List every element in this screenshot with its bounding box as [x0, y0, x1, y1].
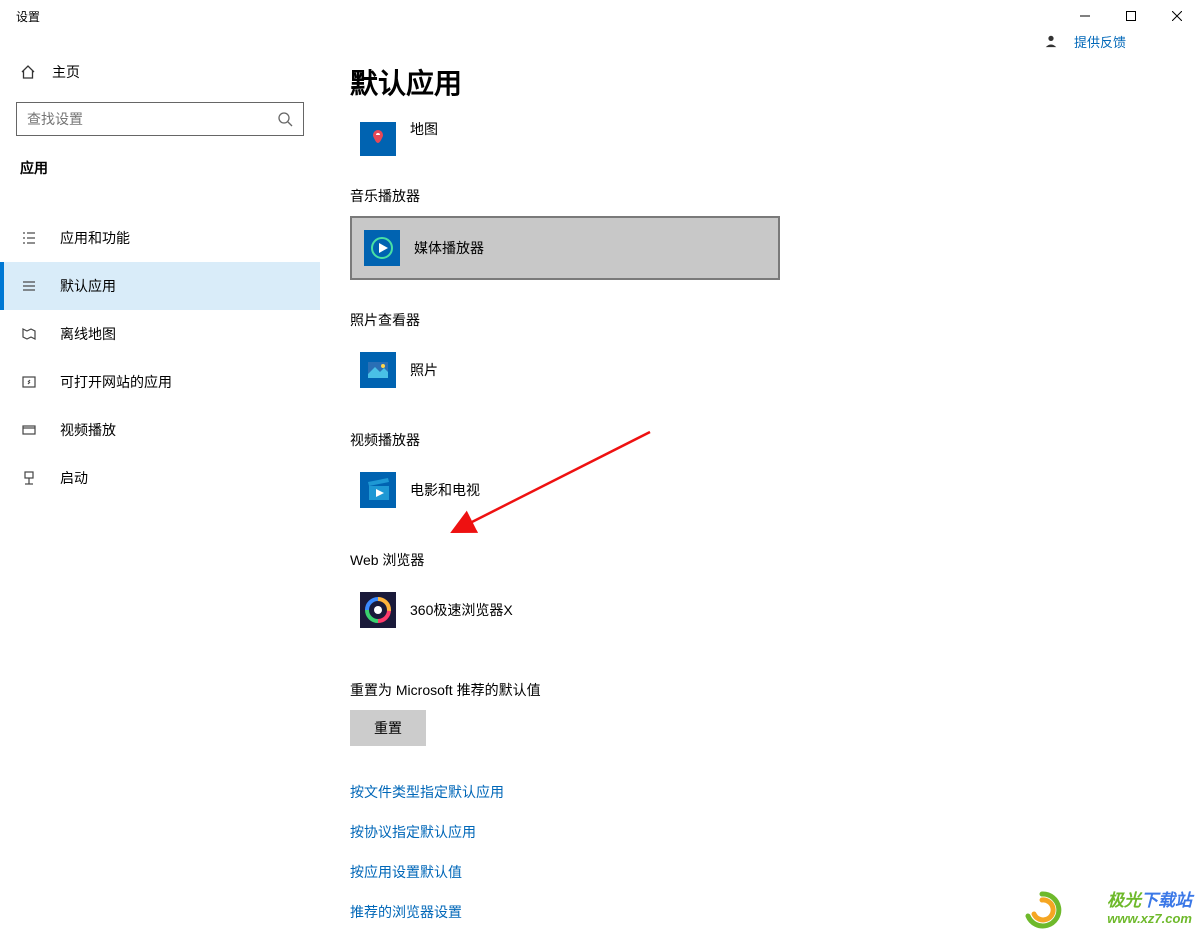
titlebar: 设置 [0, 0, 1200, 32]
main-layout: 主页 应用 应用和功能 默认应用 离线地图 [0, 32, 1200, 932]
category-label-music: 音乐播放器 [350, 186, 1160, 206]
maps-app-icon [360, 122, 396, 156]
photos-app-icon [360, 352, 396, 388]
link-by-app[interactable]: 按应用设置默认值 [350, 862, 1160, 882]
default-app-tile-video[interactable]: 电影和电视 [350, 460, 780, 520]
watermark: 极光下载站 www.xz7.com [1107, 886, 1192, 926]
media-player-icon [364, 230, 400, 266]
startup-icon [20, 469, 38, 487]
search-icon [277, 111, 293, 132]
content-area: 默认应用 提供反馈 地图 音乐播放器 媒体播放器 照片查看器 [320, 32, 1200, 932]
window-controls [1062, 0, 1200, 32]
home-button[interactable]: 主页 [0, 62, 320, 102]
sidebar-item-video-playback[interactable]: 视频播放 [0, 406, 320, 454]
defaults-icon [20, 277, 38, 295]
home-icon [20, 64, 36, 80]
sidebar-item-label: 视频播放 [60, 420, 116, 440]
maps-app-label: 地图 [410, 122, 438, 139]
sidebar-item-label: 可打开网站的应用 [60, 372, 172, 392]
reset-button[interactable]: 重置 [350, 710, 426, 746]
feedback-link[interactable]: 提供反馈 [1044, 32, 1126, 51]
sidebar-section-label: 应用 [0, 154, 320, 188]
app-name-label: 照片 [410, 360, 438, 380]
maximize-button[interactable] [1108, 0, 1154, 32]
category-label-web: Web 浏览器 [350, 550, 1160, 570]
sidebar-item-label: 启动 [60, 468, 88, 488]
maximize-icon [1126, 11, 1136, 21]
sidebar-item-startup[interactable]: 启动 [0, 454, 320, 502]
close-icon [1172, 11, 1182, 21]
sidebar: 主页 应用 应用和功能 默认应用 离线地图 [0, 32, 320, 932]
person-icon [1044, 34, 1060, 50]
home-label: 主页 [52, 62, 80, 82]
watermark-logo-icon [1022, 890, 1062, 930]
link-by-protocol[interactable]: 按协议指定默认应用 [350, 822, 1160, 842]
window-title: 设置 [16, 8, 40, 25]
sidebar-item-label: 应用和功能 [60, 228, 130, 248]
default-app-tile-photo[interactable]: 照片 [350, 340, 780, 400]
link-by-file-type[interactable]: 按文件类型指定默认应用 [350, 782, 1160, 802]
default-app-tile-web[interactable]: 360极速浏览器X [350, 580, 780, 640]
sidebar-item-apps-features[interactable]: 应用和功能 [0, 214, 320, 262]
sidebar-item-offline-maps[interactable]: 离线地图 [0, 310, 320, 358]
category-label-video: 视频播放器 [350, 430, 1160, 450]
sidebar-item-default-apps[interactable]: 默认应用 [0, 262, 320, 310]
default-app-tile-music[interactable]: 媒体播放器 [350, 216, 780, 280]
sidebar-item-apps-for-websites[interactable]: 可打开网站的应用 [0, 358, 320, 406]
category-label-photo: 照片查看器 [350, 310, 1160, 330]
close-button[interactable] [1154, 0, 1200, 32]
website-app-icon [20, 373, 38, 391]
minimize-icon [1080, 11, 1090, 21]
feedback-label: 提供反馈 [1074, 32, 1126, 51]
map-icon [20, 325, 38, 343]
watermark-line1: 极光下载站 [1107, 886, 1192, 911]
search-input[interactable] [17, 111, 303, 127]
sidebar-item-label: 默认应用 [60, 276, 116, 296]
movies-tv-icon [360, 472, 396, 508]
page-title: 默认应用 [350, 62, 1160, 102]
reset-label: 重置为 Microsoft 推荐的默认值 [350, 680, 1160, 700]
browser-360-icon [360, 592, 396, 628]
default-app-tile-maps-partial[interactable]: 地图 [350, 122, 1160, 156]
app-name-label: 360极速浏览器X [410, 600, 513, 620]
watermark-line2: www.xz7.com [1107, 911, 1192, 926]
list-icon [20, 229, 38, 247]
video-icon [20, 421, 38, 439]
search-box[interactable] [16, 102, 304, 136]
app-name-label: 电影和电视 [410, 480, 480, 500]
sidebar-item-label: 离线地图 [60, 324, 116, 344]
minimize-button[interactable] [1062, 0, 1108, 32]
app-name-label: 媒体播放器 [414, 238, 484, 258]
